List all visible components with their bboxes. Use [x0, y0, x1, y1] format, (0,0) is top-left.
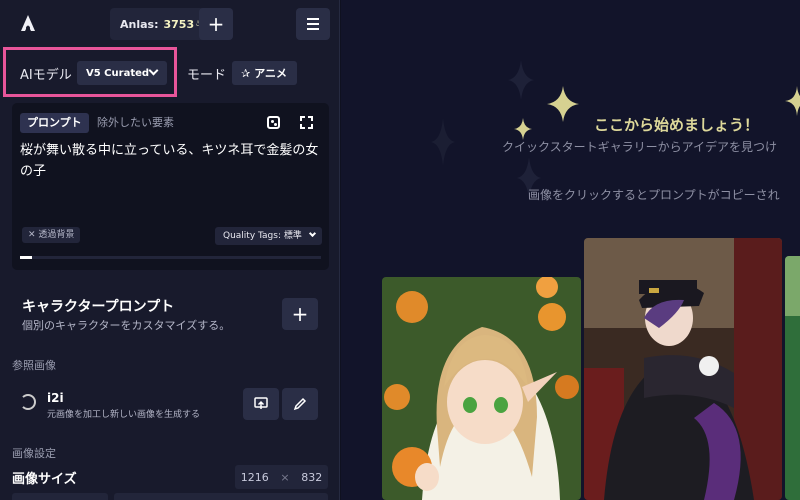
mode-select[interactable]: ✰ アニメ — [232, 61, 297, 85]
upload-icon — [254, 397, 268, 409]
add-character-button[interactable]: + — [282, 298, 318, 330]
reference-image-section-label: 参照画像 — [12, 359, 56, 372]
anlas-label: Anlas: — [120, 17, 159, 31]
preset-tab[interactable] — [12, 493, 108, 500]
i2i-title: i2i — [47, 391, 64, 405]
gallery-image-partial[interactable] — [785, 256, 800, 500]
width-input[interactable]: 1216 — [241, 471, 269, 484]
model-label: AIモデル — [20, 68, 72, 83]
sparkle-icon — [785, 86, 800, 116]
welcome-heading: ここから始めましょう！ — [594, 116, 760, 134]
tab-prompt[interactable]: プロンプト — [20, 113, 89, 133]
mode-label: モード — [187, 68, 227, 83]
random-dice-icon[interactable] — [267, 116, 280, 129]
anlas-balance: Anlas: 3753 ♨ + — [110, 8, 233, 40]
model-select-value: V5 Curated — [86, 67, 150, 79]
quality-tags-value: Quality Tags: 標準 — [223, 231, 302, 241]
height-input[interactable]: 832 — [301, 471, 322, 484]
gallery-image-officer[interactable] — [584, 238, 782, 500]
prompt-input[interactable]: 桜が舞い散る中に立っている、キツネ耳で金髪の女の子 — [20, 140, 320, 182]
token-progress-bar — [20, 256, 321, 259]
sparkle-icon — [431, 118, 455, 166]
main-area: ここから始めましょう！ クイックスタートギャラリーからアイデアを見つけ 画像をク… — [341, 0, 800, 500]
gallery-image-elf-girl[interactable] — [382, 277, 581, 500]
buy-anlas-button[interactable]: + — [199, 8, 233, 40]
tab-negative-prompt[interactable]: 除外したい要素 — [97, 113, 174, 133]
transparent-background-toggle[interactable]: ✕ 透過背景 — [22, 227, 81, 243]
paint-button[interactable] — [282, 388, 318, 420]
refresh-icon — [20, 394, 36, 410]
image-size-inputs[interactable]: 1216 × 832 — [235, 465, 328, 489]
gallery-subtitle: クイックスタートギャラリーからアイデアを見つけ — [502, 140, 778, 154]
i2i-subtitle: 元画像を加工し新しい画像を生成する — [47, 410, 201, 420]
chevron-down-icon — [308, 229, 316, 238]
upload-image-button[interactable] — [243, 388, 279, 420]
token-progress-fill — [20, 256, 33, 259]
character-prompt-subtitle: 個別のキャラクターをカスタマイズする。 — [22, 319, 231, 332]
chevron-down-icon — [148, 65, 159, 76]
prompt-panel: プロンプト 除外したい要素 桜が舞い散る中に立っている、キツネ耳で金髪の女の子 … — [12, 103, 329, 270]
anlas-value: 3753 — [163, 17, 195, 31]
character-prompt-title: キャラクタープロンプト — [22, 299, 175, 315]
pencil-icon — [293, 397, 307, 411]
expand-icon[interactable] — [300, 116, 313, 129]
sparkle-icon — [547, 86, 579, 122]
mode-select-value: アニメ — [254, 67, 287, 80]
menu-button[interactable] — [296, 8, 330, 40]
times-sign: × — [280, 470, 290, 484]
sparkle-icon — [514, 118, 532, 140]
sparkle-icon: ✰ — [241, 66, 251, 80]
image-settings-section-label: 画像設定 — [12, 447, 56, 460]
hamburger-icon — [307, 18, 319, 20]
quality-tags-select[interactable]: Quality Tags: 標準 — [215, 227, 322, 245]
preset-tab[interactable] — [114, 493, 328, 500]
sparkle-icon — [508, 60, 534, 100]
model-select[interactable]: V5 Curated — [77, 61, 167, 85]
image-size-title: 画像サイズ — [12, 472, 77, 487]
sidebar: Anlas: 3753 ♨ + AIモデル V5 Curated モード ✰ ア… — [0, 0, 340, 500]
click-hint: 画像をクリックするとプロンプトがコピーされ — [528, 188, 780, 202]
novelai-logo-icon[interactable] — [18, 14, 38, 34]
